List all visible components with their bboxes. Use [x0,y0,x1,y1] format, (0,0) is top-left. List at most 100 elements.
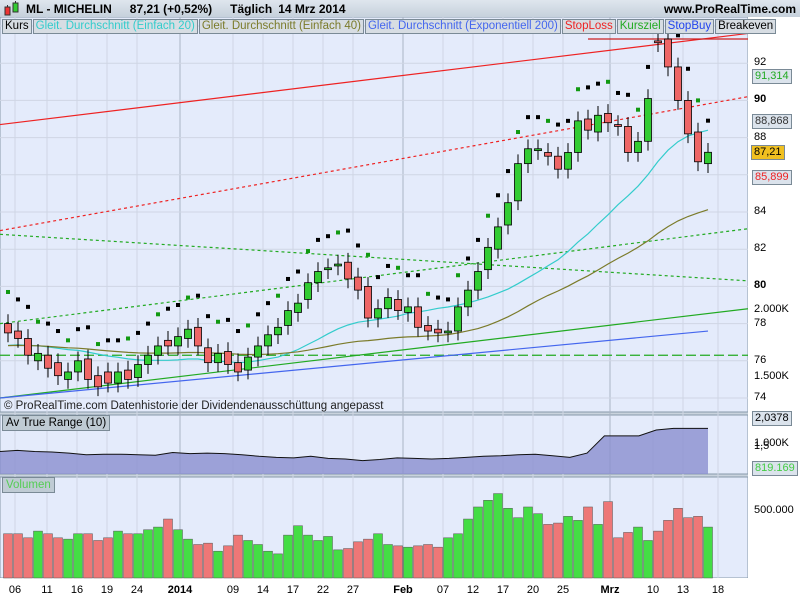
signal-dot [136,330,140,335]
legend-item[interactable]: StopBuy [664,19,715,34]
signal-dot [526,115,530,120]
volume-bar [503,508,513,579]
volume-bar [423,544,433,579]
signal-dot [546,118,550,123]
price-tick: 88 [754,130,767,143]
date-tick: 17 [496,584,510,596]
signal-dot [536,115,540,120]
signal-dot [266,301,270,306]
volume-bar [53,537,63,579]
volume-bar [383,544,393,579]
candlestick-logo-icon [4,1,19,16]
volume-bar [243,540,253,579]
legend-item[interactable]: Kursziel [616,19,664,34]
date-tick: 19 [100,584,114,596]
date-tick: 06 [8,584,22,596]
volume-bar [453,533,463,579]
volume-bar [23,537,33,579]
volume-bar [73,533,83,579]
signal-dot [436,295,440,300]
volume-bar [403,546,413,579]
signal-dot [276,293,280,298]
date-tick: 12 [466,584,480,596]
signal-dot [236,329,240,334]
volume-bar [213,550,223,579]
indicator-legend: Kurs Gleit. Durchschnitt (Einfach 20) Glei… [2,19,777,34]
signal-dot [76,327,80,332]
volume-bar [543,524,553,579]
volume-bar [413,545,423,579]
volume-bar [653,530,663,579]
signal-dot [406,273,410,278]
legend-item[interactable]: Breakeven [715,19,777,34]
signal-dot [476,237,480,242]
signal-dot [486,213,490,218]
date-tick: Mrz [600,584,620,596]
signal-dot [6,289,10,294]
price-tick: 76 [754,353,767,366]
legend-item[interactable]: Kurs [2,19,32,34]
signal-dot [96,342,100,347]
volume-bar [93,540,103,579]
symbol: ML - MICHELIN [26,2,112,16]
date-tick: 20 [526,584,540,596]
volume-bar [153,526,163,579]
volume-bar [583,506,593,579]
volume-bar [273,553,283,579]
volume-bar [703,526,713,579]
date-tick: 14 [256,584,270,596]
volume-bar [113,530,123,579]
volume-bar [633,526,643,579]
signal-dot [26,304,30,309]
signal-dot [516,130,520,135]
volume-bar [143,529,153,579]
price-panel [0,17,749,413]
signal-dot [686,66,690,71]
signal-dot [576,87,580,92]
title-bar: ML - MICHELIN 87,21 (+0,52%) Täglich 14 … [0,0,800,18]
date-tick: 2014 [167,584,193,596]
volume-bar [223,545,233,579]
signal-dot [286,276,290,281]
volume-bar [293,525,303,579]
signal-dot [106,338,110,343]
signal-dot [326,234,330,239]
volume-bar [573,520,583,579]
signal-dot [386,263,390,268]
volume-bar [313,540,323,579]
price-tick: 80 [754,279,767,292]
signal-dot [246,323,250,328]
legend-item[interactable]: Gleit. Durchschnitt (Einfach 20) [32,19,198,34]
atr-panel-label[interactable]: Av True Range (10) [2,415,111,431]
signal-dot [86,325,90,330]
volume-bar [553,522,563,579]
signal-dot [376,275,380,280]
volume-bar [643,540,653,579]
price-tag: 85,899 [752,169,792,185]
volume-bar [483,500,493,579]
atr-tag: 2,0378 [752,411,792,427]
signal-dot [596,81,600,86]
price-tick: 82 [754,242,767,255]
price-tick: 90 [754,93,767,106]
signal-dot [226,317,230,322]
date-tick: 22 [316,584,330,596]
signal-dot [466,256,470,261]
price-chart[interactable] [0,17,800,600]
signal-dot [146,321,150,326]
legend-item[interactable]: Gleit. Durchschnitt (Exponentiell 200) [364,19,561,34]
signal-dot [696,98,700,103]
volume-panel-label[interactable]: Volumen [2,477,55,493]
date-tick: 13 [676,584,690,596]
site-link[interactable]: www.ProRealTime.com [664,2,796,16]
volume-tick: 1.500K [754,370,789,382]
price-tag: 91,314 [752,68,792,84]
volume-bar [433,546,443,579]
volume-bar [373,533,383,579]
signal-dot [646,64,650,69]
signal-dot [166,306,170,311]
volume-tick: 500.000 [754,504,794,516]
volume-bar [83,533,93,579]
legend-item[interactable]: StopLoss [561,19,616,34]
legend-item[interactable]: Gleit. Durchschnitt (Einfach 40) [198,19,364,34]
